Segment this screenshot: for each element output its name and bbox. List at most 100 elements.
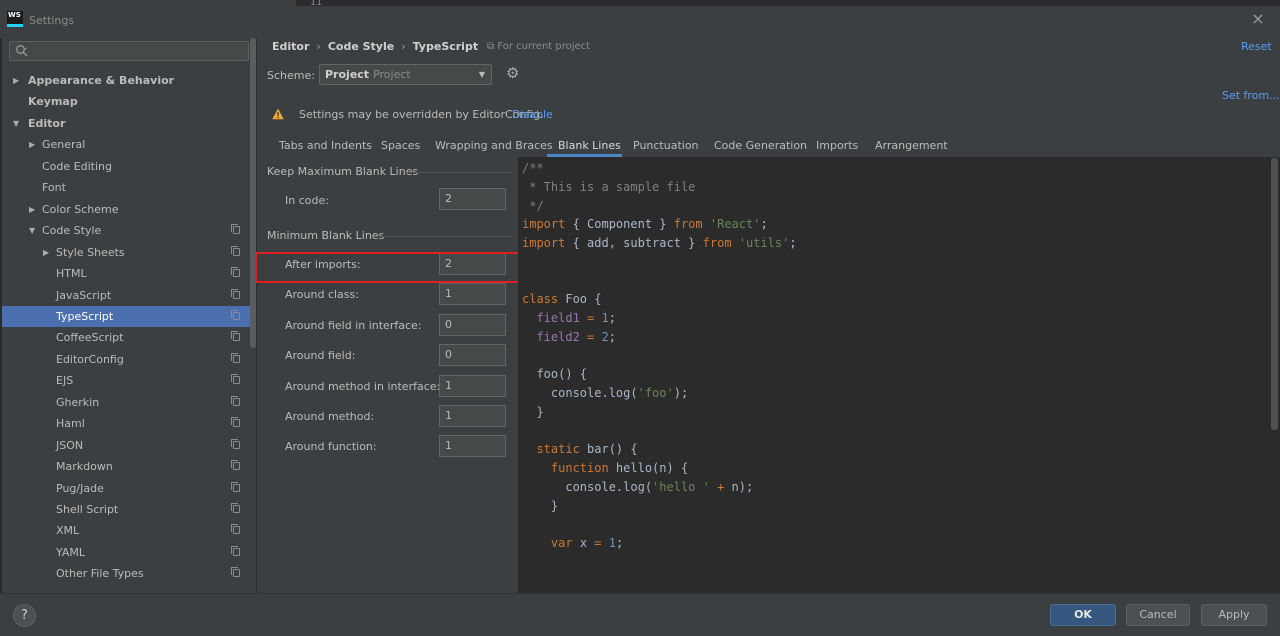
sidebar-item-pug-jade[interactable]: Pug/Jade (0, 478, 256, 499)
sidebar-item-other-file-types[interactable]: Other File Types (0, 563, 256, 584)
disable-editorconfig-link[interactable]: Disable (512, 108, 553, 121)
tab-imports[interactable]: Imports (816, 139, 858, 157)
tab-spaces[interactable]: Spaces (381, 139, 420, 157)
code-line: */ (522, 198, 544, 213)
project-copy-icon (231, 374, 240, 385)
group-divider (405, 172, 512, 173)
sidebar-item-label: EditorConfig (56, 352, 124, 366)
sidebar-item-javascript[interactable]: JavaScript (0, 285, 256, 306)
in-code-input[interactable]: 2 (439, 188, 506, 210)
sidebar-item-label: Appearance & Behavior (28, 74, 175, 87)
around-field-input[interactable]: 0 (439, 344, 506, 367)
code-line: static bar() { (536, 442, 638, 457)
chevron-right-icon[interactable]: ▶ (29, 199, 39, 220)
sidebar-item-label: EJS (56, 374, 74, 388)
project-copy-icon (231, 331, 240, 342)
tab-code-generation[interactable]: Code Generation (714, 139, 807, 157)
project-copy-icon (231, 417, 240, 428)
tab-arrangement[interactable]: Arrangement (875, 139, 948, 157)
code-line: console.log('foo'); (522, 386, 689, 400)
sidebar-item-appearance-behavior[interactable]: ▶ Appearance & Behavior (0, 70, 256, 91)
around-method-in-interface-input[interactable]: 1 (439, 374, 506, 397)
ok-button[interactable]: OK (1050, 604, 1116, 626)
sidebar-item-code-editing[interactable]: Code Editing (0, 156, 256, 177)
around-class-input[interactable]: 1 (439, 283, 506, 306)
cancel-button[interactable]: Cancel (1126, 604, 1190, 626)
sidebar-item-keymap[interactable]: Keymap (0, 91, 256, 112)
chevron-down-icon: ▼ (478, 70, 485, 79)
project-copy-icon (231, 352, 240, 363)
sidebar-item-font[interactable]: Font (0, 177, 256, 198)
sidebar-item-yaml[interactable]: YAML (0, 542, 256, 563)
breadcrumb-item-typescript: TypeScript (412, 40, 479, 53)
reset-link[interactable]: Reset (1241, 40, 1272, 53)
breadcrumb-item-code-style: Code Style (327, 40, 395, 53)
code-line: foo() { (522, 367, 588, 382)
breadcrumb-separator-icon: › (316, 40, 321, 53)
close-icon[interactable]: × (1250, 11, 1266, 27)
left-edge (0, 38, 2, 593)
around-method-input[interactable]: 1 (439, 405, 506, 427)
around-function-input[interactable]: 1 (439, 435, 506, 458)
settings-sidebar: ▶ Appearance & Behavior Keymap ▼ Editor ▶ Gene… (0, 38, 257, 593)
chevron-down-icon[interactable]: ▼ (13, 113, 23, 134)
project-copy-icon (231, 267, 240, 278)
sidebar-item-editorconfig[interactable]: EditorConfig (0, 349, 256, 370)
sidebar-item-general[interactable]: ▶ General (0, 134, 256, 155)
sidebar-item-label: YAML (56, 545, 86, 559)
preview-scrollbar[interactable] (1271, 158, 1278, 430)
tab-tabs-and-indents[interactable]: Tabs and Indents (279, 139, 372, 157)
breadcrumb-item-editor: Editor (272, 40, 310, 53)
for-current-project-note: ⧉ For current project (487, 41, 591, 52)
row-label-around-method: Around method: (285, 410, 375, 423)
settings-search-input[interactable] (9, 41, 249, 61)
window-title: Settings (29, 14, 75, 27)
project-copy-icon (231, 395, 240, 406)
sidebar-item-color-scheme[interactable]: ▶ Color Scheme (0, 199, 256, 220)
chevron-right-icon[interactable]: ▶ (43, 242, 53, 263)
chevron-right-icon[interactable]: ▶ (29, 134, 39, 155)
sidebar-item-json[interactable]: JSON (0, 435, 256, 456)
sidebar-item-label: TypeScript (56, 309, 114, 323)
sidebar-item-html[interactable]: HTML (0, 263, 256, 284)
chevron-right-icon[interactable]: ▶ (13, 70, 23, 91)
around-field-in-interface-input[interactable]: 0 (439, 313, 506, 336)
sidebar-item-label: Other File Types (56, 567, 144, 581)
sidebar-item-coffeescript[interactable]: CoffeeScript (0, 327, 256, 348)
row-label-around-field: Around field: (285, 349, 356, 363)
sidebar-item-typescript[interactable]: TypeScript (0, 305, 256, 327)
scheme-label: Scheme: (267, 69, 315, 82)
sidebar-item-xml[interactable]: XML (0, 520, 256, 541)
code-line: class Foo { (522, 292, 602, 307)
sidebar-item-editor[interactable]: ▼ Editor (0, 113, 256, 134)
sidebar-item-label: Shell Script (56, 503, 119, 516)
sidebar-item-label: JavaScript (56, 288, 112, 302)
sidebar-item-haml[interactable]: Haml (0, 413, 256, 434)
sidebar-item-gherkin[interactable]: Gherkin (0, 392, 256, 413)
code-line: var x = 1; (550, 536, 624, 550)
sidebar-item-markdown[interactable]: Markdown (0, 456, 256, 477)
help-button[interactable]: ? (13, 604, 36, 627)
sidebar-item-code-style[interactable]: ▼ Code Style (0, 220, 256, 241)
scheme-select[interactable]: Project Project ▼ (319, 64, 492, 85)
sidebar-item-label: Font (42, 181, 66, 195)
chevron-down-icon[interactable]: ▼ (29, 220, 39, 241)
set-from-link[interactable]: Set from... (1222, 89, 1280, 102)
sidebar-item-ejs[interactable]: EJS (0, 370, 256, 391)
breadcrumb-separator-icon: › (401, 40, 406, 53)
warning-icon (272, 108, 284, 120)
sidebar-item-label: Markdown (56, 460, 113, 474)
project-copy-icon (231, 567, 240, 578)
project-copy-icon (231, 545, 240, 556)
sidebar-item-shell-script[interactable]: Shell Script (0, 499, 256, 520)
sidebar-scrollbar[interactable] (250, 38, 256, 348)
gear-icon[interactable]: ⚙ (506, 66, 521, 81)
tab-punctuation[interactable]: Punctuation (633, 139, 699, 157)
tab-wrapping-and-braces[interactable]: Wrapping and Braces (435, 139, 553, 157)
editorconfig-warning-text: Settings may be overridden by EditorConf… (299, 108, 544, 121)
code-line: /** (522, 161, 544, 175)
sidebar-item-style-sheets[interactable]: ▶ Style Sheets (0, 242, 256, 263)
sidebar-item-label: Keymap (28, 95, 78, 109)
project-copy-icon (231, 481, 240, 492)
apply-button[interactable]: Apply (1201, 604, 1267, 626)
